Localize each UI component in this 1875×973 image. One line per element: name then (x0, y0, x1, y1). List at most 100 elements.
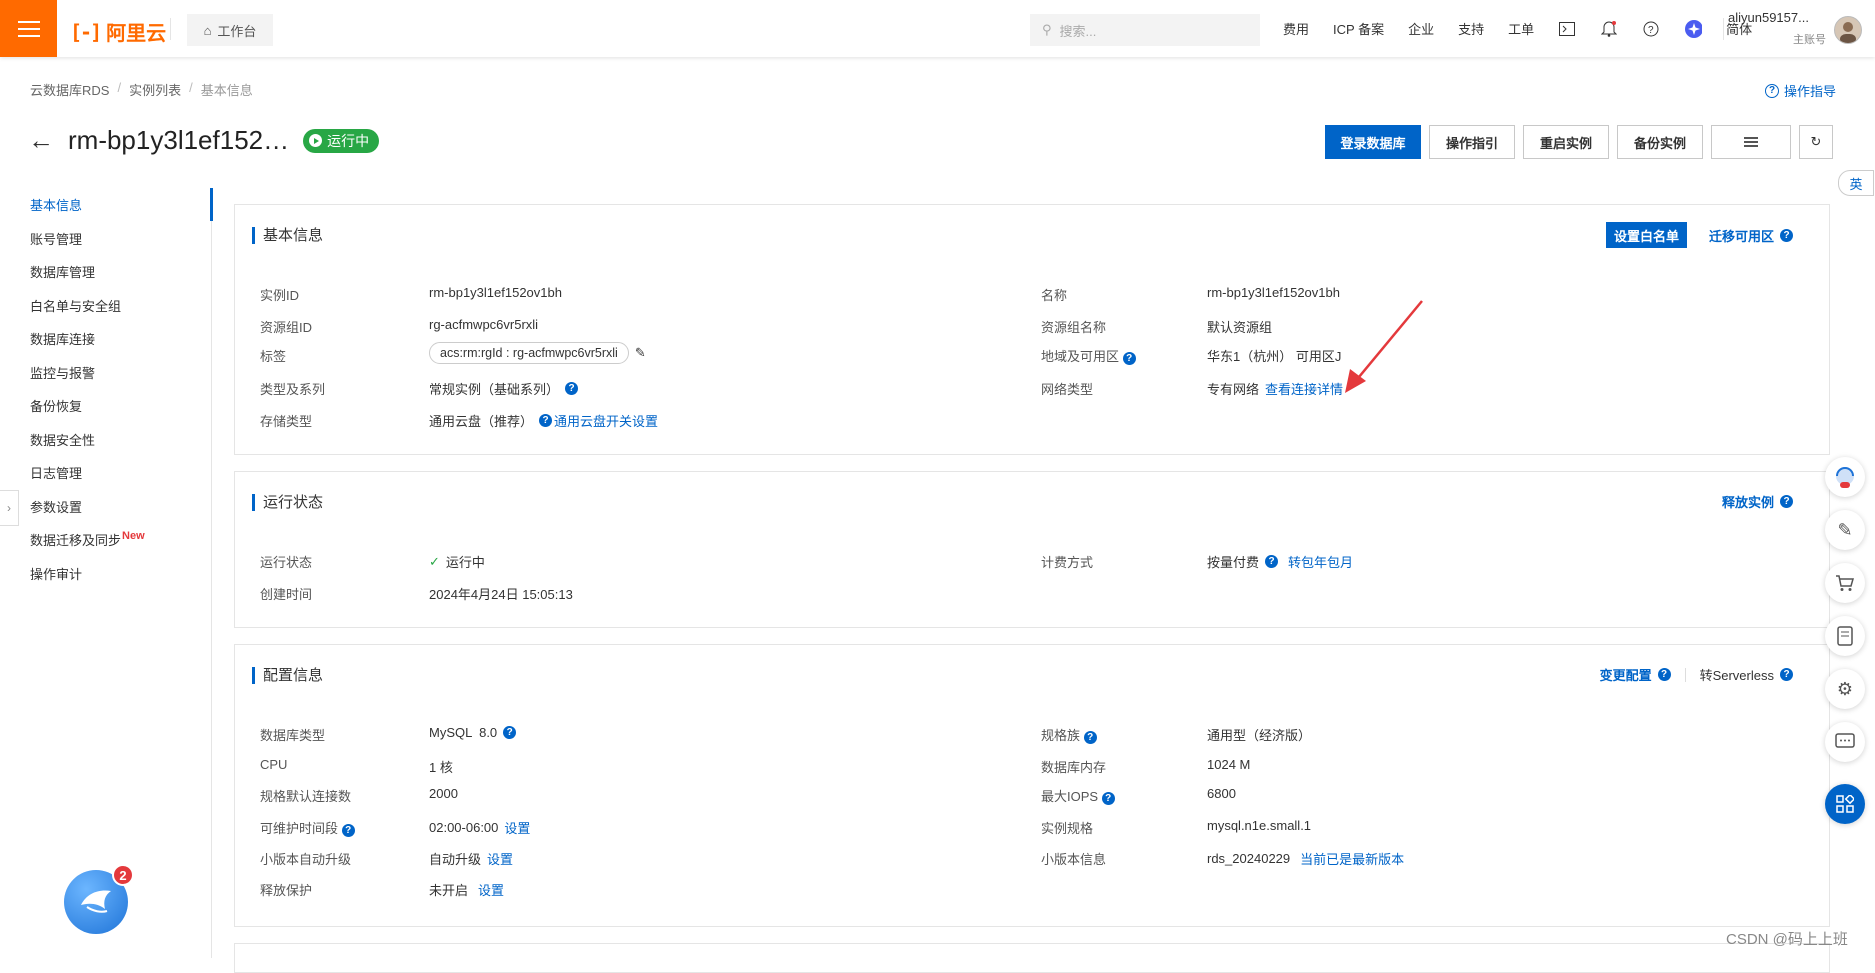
sidebar-item-accounts[interactable]: 账号管理 (30, 229, 145, 263)
edit-icon[interactable]: ✎ (635, 345, 646, 361)
sidebar-item-logs[interactable]: 日志管理 (30, 463, 145, 497)
sidebar-divider (211, 188, 212, 958)
ticket-doc-icon[interactable] (1825, 616, 1865, 656)
sidebar-item-connection[interactable]: 数据库连接 (30, 329, 145, 363)
english-toggle[interactable]: 英 (1838, 170, 1874, 196)
help-icon[interactable]: ? (539, 414, 553, 427)
sidebar-item-audit[interactable]: 操作审计 (30, 564, 145, 598)
nav-enterprise[interactable]: 企业 (1408, 19, 1434, 38)
sidebar-item-whitelist[interactable]: 白名单与安全组 (30, 296, 145, 330)
workbench-button[interactable]: ⌂ 工作台 (187, 14, 273, 46)
change-config-link[interactable]: 变更配置 (1600, 665, 1652, 684)
bell-icon[interactable] (1600, 20, 1618, 38)
latest-version-link[interactable]: 当前已是最新版本 (1300, 849, 1404, 868)
serverless-link[interactable]: 转Serverless (1700, 665, 1774, 684)
help-icon[interactable]: ? (565, 382, 579, 395)
status-badge: 运行中 (303, 128, 380, 153)
apps-grid-icon[interactable] (1825, 784, 1865, 824)
nav-ticket[interactable]: 工单 (1508, 19, 1534, 38)
sidebar-item-databases[interactable]: 数据库管理 (30, 262, 145, 296)
sidebar-item-basic-info[interactable]: 基本信息 (30, 195, 145, 229)
help-icon[interactable]: ? (1780, 228, 1793, 242)
help-icon[interactable]: ? (503, 726, 517, 739)
config-card: 配置信息 变更配置 ? 转Serverless ? 数据库类型 MySQL 8.… (234, 644, 1830, 927)
breadcrumb-rds[interactable]: 云数据库RDS (30, 80, 109, 99)
sidebar-item-migration[interactable]: 数据迁移及同步 New (30, 530, 145, 564)
sidebar-collapse-button[interactable]: › (0, 490, 19, 526)
upgrade-row: 自动升级 设置 (429, 849, 513, 868)
login-db-button[interactable]: 登录数据库 (1325, 125, 1421, 159)
cart-icon[interactable] (1825, 563, 1865, 603)
search-icon: ⚲ (1042, 22, 1052, 37)
view-connection-link[interactable]: 查看连接详情 (1265, 379, 1343, 398)
upgrade-label: 小版本自动升级 (260, 852, 352, 867)
check-icon: ✓ (429, 553, 440, 569)
watermark: CSDN @码上上班 (1726, 931, 1848, 948)
created-value: 2024年4月24日 15:05:13 (429, 587, 573, 602)
guide-button[interactable]: 操作指引 (1429, 125, 1515, 159)
restart-button[interactable]: 重启实例 (1523, 125, 1609, 159)
nav-icp[interactable]: ICP 备案 (1333, 19, 1384, 38)
sidebar-item-backup[interactable]: 备份恢复 (30, 396, 145, 430)
mem-value: 1024 M (1207, 757, 1251, 772)
refresh-icon: ↻ (1810, 134, 1822, 149)
avatar[interactable] (1834, 16, 1862, 44)
breadcrumb-instances[interactable]: 实例列表 (129, 80, 181, 99)
minor-row: rds_20240229 当前已是最新版本 (1207, 849, 1405, 868)
help-icon[interactable]: ? (1642, 20, 1660, 38)
maint-settings-link[interactable]: 设置 (504, 818, 530, 837)
protect-row: 未开启 设置 (429, 880, 504, 899)
breadcrumb-separator: / (189, 80, 193, 95)
protect-label: 释放保护 (260, 883, 313, 898)
state-label: 运行状态 (260, 555, 313, 570)
name-label: 名称 (1041, 288, 1068, 303)
back-arrow-icon[interactable]: ← (28, 125, 54, 156)
help-icon[interactable]: ? (1780, 495, 1793, 508)
type-label: 类型及系列 (260, 382, 326, 397)
storage-settings-link[interactable]: 通用云盘开关设置 (554, 411, 658, 430)
search-input[interactable]: ⚲ 搜索... (1030, 14, 1260, 46)
sidebar-item-monitoring[interactable]: 监控与报警 (30, 363, 145, 397)
switch-subscription-link[interactable]: 转包年包月 (1288, 552, 1353, 571)
menu-icon[interactable] (0, 0, 57, 57)
minor-label: 小版本信息 (1041, 852, 1107, 867)
backup-button[interactable]: 备份实例 (1617, 125, 1703, 159)
operation-guide-link[interactable]: ? 操作指导 (1765, 81, 1836, 100)
aliyun-logo[interactable]: [-] 阿里云 (70, 17, 166, 46)
customer-service-icon[interactable] (1825, 457, 1865, 497)
sidebar-item-parameters[interactable]: 参数设置 (30, 497, 145, 531)
gear-icon[interactable]: ⚙ (1825, 669, 1865, 709)
sidebar-item-security[interactable]: 数据安全性 (30, 430, 145, 464)
release-instance-link[interactable]: 释放实例 (1722, 492, 1774, 511)
help-icon[interactable]: ? (1122, 352, 1136, 365)
assistant-bird-icon[interactable]: 2 (64, 864, 134, 934)
set-whitelist-button[interactable]: 设置白名单 (1605, 222, 1687, 248)
running-state-card: 运行状态 释放实例 ? 运行状态 ✓ 运行中 创建时间 2024年4月24日 1… (234, 471, 1830, 628)
user-menu[interactable]: aliyun59157... 主账号 (1728, 10, 1838, 47)
help-icon[interactable]: ? (341, 824, 355, 837)
config-actions: 变更配置 ? 转Serverless ? (1600, 665, 1793, 684)
tag-chip[interactable]: acs:rm:rgId : rg-acfmwpc6vr5rxli (429, 342, 629, 364)
type-row: 常规实例（基础系列）? (429, 379, 579, 398)
created-label: 创建时间 (260, 587, 313, 602)
migrate-zone-link[interactable]: 迁移可用区 (1709, 226, 1774, 245)
top-nav: 费用 ICP 备案 企业 支持 工单 ? 简体 (1283, 0, 1752, 57)
storage-row: 通用云盘（推荐） ? 通用云盘开关设置 (429, 411, 658, 430)
help-icon[interactable]: ? (1265, 555, 1279, 568)
upgrade-settings-link[interactable]: 设置 (487, 849, 513, 868)
more-menu-button[interactable] (1711, 125, 1791, 159)
chat-icon[interactable] (1825, 722, 1865, 762)
help-icon[interactable]: ? (1657, 668, 1671, 681)
protect-settings-link[interactable]: 设置 (478, 880, 504, 899)
help-icon[interactable]: ? (1083, 731, 1097, 744)
nav-support[interactable]: 支持 (1458, 19, 1484, 38)
edit-feedback-icon[interactable]: ✎ (1825, 510, 1865, 550)
sidebar-active-indicator (210, 188, 213, 221)
ai-assistant-icon[interactable] (1684, 19, 1703, 38)
terminal-icon[interactable] (1558, 20, 1576, 38)
nav-fees[interactable]: 费用 (1283, 19, 1309, 38)
help-icon[interactable]: ? (1101, 792, 1115, 805)
refresh-button[interactable]: ↻ (1799, 125, 1833, 159)
action-bar: 登录数据库 操作指引 重启实例 备份实例 ↻ (1325, 125, 1833, 159)
help-icon[interactable]: ? (1780, 668, 1793, 681)
